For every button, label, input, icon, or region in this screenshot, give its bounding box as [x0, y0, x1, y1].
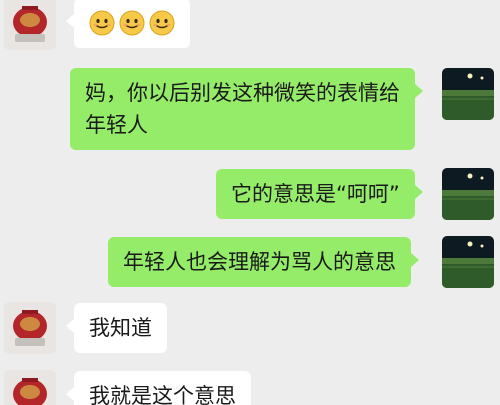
mother-avatar[interactable]: [4, 302, 56, 354]
mother-avatar[interactable]: [4, 370, 56, 405]
message-line: 它的意思是“呵呵”: [231, 182, 400, 206]
user-avatar[interactable]: [442, 68, 494, 120]
message-bubble-4[interactable]: 年轻人也会理解为骂人的意思: [108, 237, 419, 287]
chat-window: 妈，你以后别发这种微笑的表情给 年轻人 它的意思是“呵呵” 年轻人也会理解为骂人…: [0, 0, 500, 405]
vase-avatar-icon: [4, 370, 56, 405]
message-line: 妈，你以后别发这种微笑的表情给: [85, 81, 400, 105]
night-field-avatar-icon: [442, 236, 494, 288]
smile-emoji-icon: [149, 10, 175, 36]
message-line: 我知道: [89, 316, 152, 340]
user-avatar[interactable]: [442, 168, 494, 220]
vase-avatar-icon: [4, 0, 56, 50]
message-bubble-emoji[interactable]: [66, 0, 190, 48]
night-field-avatar-icon: [442, 68, 494, 120]
vase-avatar-icon: [4, 302, 56, 354]
message-line: 我就是这个意思: [89, 384, 236, 405]
user-avatar[interactable]: [442, 236, 494, 288]
emoji-row: [89, 7, 175, 39]
mother-avatar[interactable]: [4, 0, 56, 50]
message-bubble-6[interactable]: 我就是这个意思: [66, 371, 251, 405]
message-bubble-5[interactable]: 我知道: [66, 303, 167, 353]
message-bubble-2[interactable]: 妈，你以后别发这种微笑的表情给 年轻人: [70, 68, 423, 150]
night-field-avatar-icon: [442, 168, 494, 220]
smile-emoji-icon: [89, 10, 115, 36]
message-line: 年轻人也会理解为骂人的意思: [123, 250, 396, 274]
smile-emoji-icon: [119, 10, 145, 36]
message-line: 年轻人: [85, 113, 148, 137]
message-bubble-3[interactable]: 它的意思是“呵呵”: [216, 169, 423, 219]
